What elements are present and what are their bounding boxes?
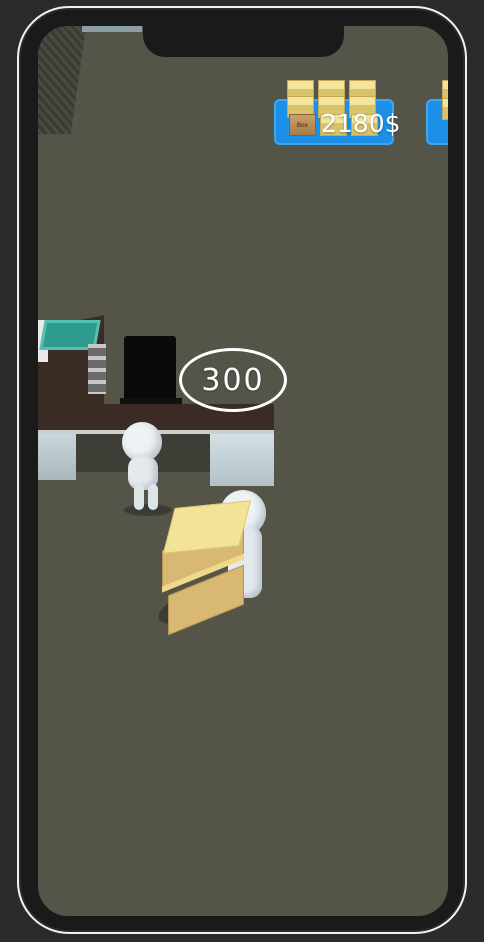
figure-leg [134, 484, 144, 510]
price-ring[interactable]: 300 [179, 348, 287, 412]
crate-labeled: Box [289, 114, 316, 136]
office-chair [124, 336, 176, 406]
phone-notch [143, 26, 344, 57]
crate [442, 98, 448, 120]
box-top [162, 500, 252, 554]
price-value: 300 [201, 362, 265, 398]
box-stack [162, 500, 252, 636]
desk-drawer [88, 344, 106, 394]
desk-leg [38, 434, 76, 480]
money-counter: 2180$ [321, 109, 401, 138]
wall-top-edge [82, 26, 142, 32]
figure-leg [148, 484, 158, 510]
wall-texture [38, 26, 86, 134]
desk-leg [210, 434, 274, 486]
game-viewport[interactable]: Box 2180$ 300 [38, 26, 448, 916]
